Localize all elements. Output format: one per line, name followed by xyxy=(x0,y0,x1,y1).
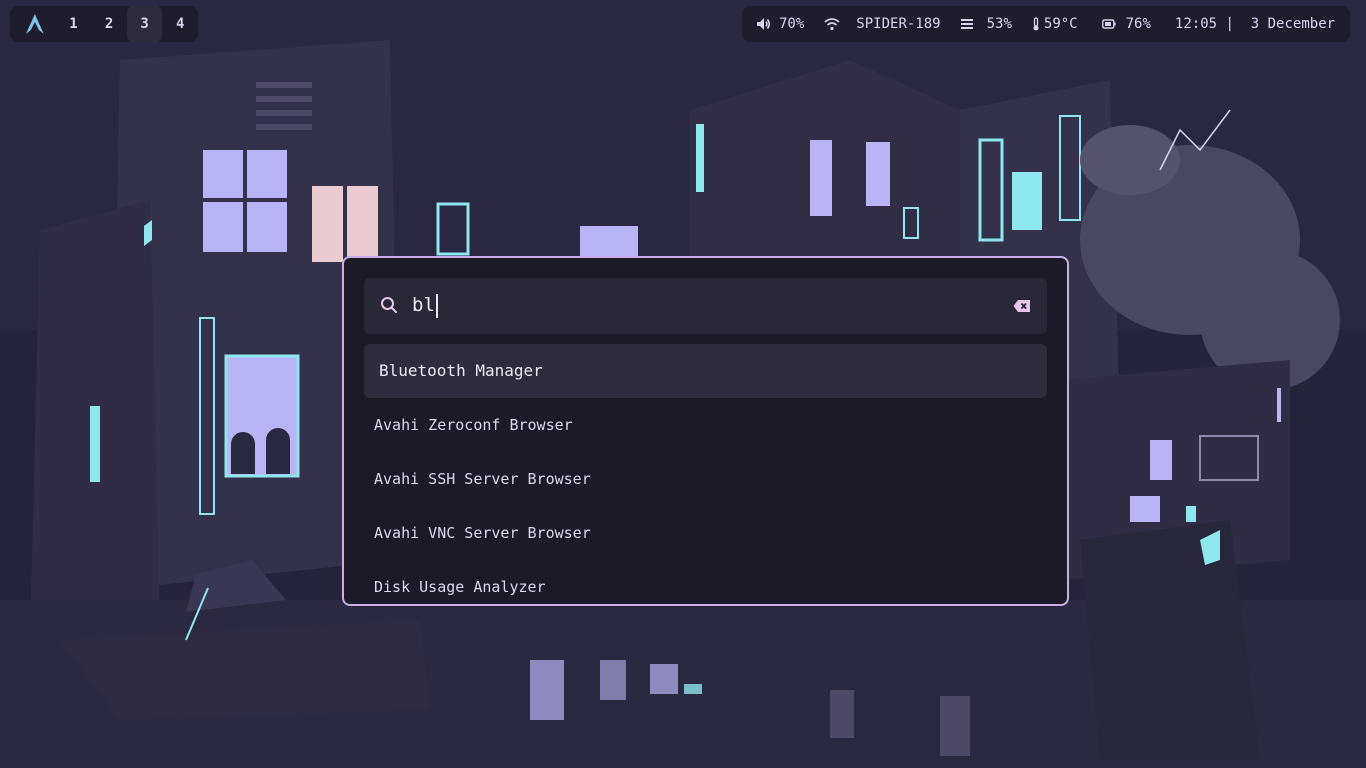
search-input[interactable]: bl xyxy=(364,278,1047,334)
volume-value: 70% xyxy=(779,16,805,32)
battery-value: 76% xyxy=(1125,16,1151,32)
memory-indicator[interactable]: 53% xyxy=(960,16,1012,32)
clock-text: 12:05 | 3 December xyxy=(1174,16,1336,32)
memory-icon xyxy=(960,18,973,30)
battery-indicator[interactable]: 76% xyxy=(1101,16,1151,32)
clock[interactable]: 12:05 | 3 December xyxy=(1175,16,1335,32)
volume-indicator[interactable]: 70% xyxy=(756,16,804,32)
workspace-4-button[interactable]: 4 xyxy=(162,6,198,42)
workspace-1-button[interactable]: 1 xyxy=(56,6,92,42)
memory-value: 53% xyxy=(986,16,1012,32)
status-bar: 70% SPIDER-189 53% 59°C 76% 12:05 | 3 De… xyxy=(742,6,1350,42)
workspace-3-button[interactable]: 3 xyxy=(126,6,163,42)
thermometer-icon xyxy=(1032,17,1040,31)
result-item-avahi-zeroconf-browser[interactable]: Avahi Zeroconf Browser xyxy=(364,398,1047,452)
workspace-2-button[interactable]: 2 xyxy=(91,6,127,42)
clear-input-icon[interactable] xyxy=(1013,298,1031,317)
result-item-bluetooth-manager[interactable]: Bluetooth Manager xyxy=(364,344,1047,398)
temperature-value: 59°C xyxy=(1043,16,1078,32)
network-indicator[interactable]: SPIDER-189 xyxy=(824,16,941,32)
temperature-indicator[interactable]: 59°C xyxy=(1032,16,1078,32)
arch-logo-icon[interactable] xyxy=(24,13,46,35)
text-caret xyxy=(435,293,438,318)
result-item-avahi-vnc-server-browser[interactable]: Avahi VNC Server Browser xyxy=(364,506,1047,560)
network-name: SPIDER-189 xyxy=(856,16,941,32)
workspace-switcher: 1 2 3 4 xyxy=(10,6,198,42)
search-icon xyxy=(380,296,398,318)
result-item-avahi-ssh-server-browser[interactable]: Avahi SSH Server Browser xyxy=(364,452,1047,506)
battery-icon xyxy=(1101,19,1116,29)
volume-icon xyxy=(756,17,771,31)
wifi-icon xyxy=(824,17,840,31)
app-launcher: bl Bluetooth Manager Avahi Zeroconf Brow… xyxy=(342,256,1069,606)
search-query[interactable]: bl xyxy=(412,293,438,318)
result-item-disk-usage-analyzer[interactable]: Disk Usage Analyzer xyxy=(364,560,1047,604)
results-list: Bluetooth Manager Avahi Zeroconf Browser… xyxy=(364,344,1047,604)
search-query-text: bl xyxy=(412,294,435,316)
